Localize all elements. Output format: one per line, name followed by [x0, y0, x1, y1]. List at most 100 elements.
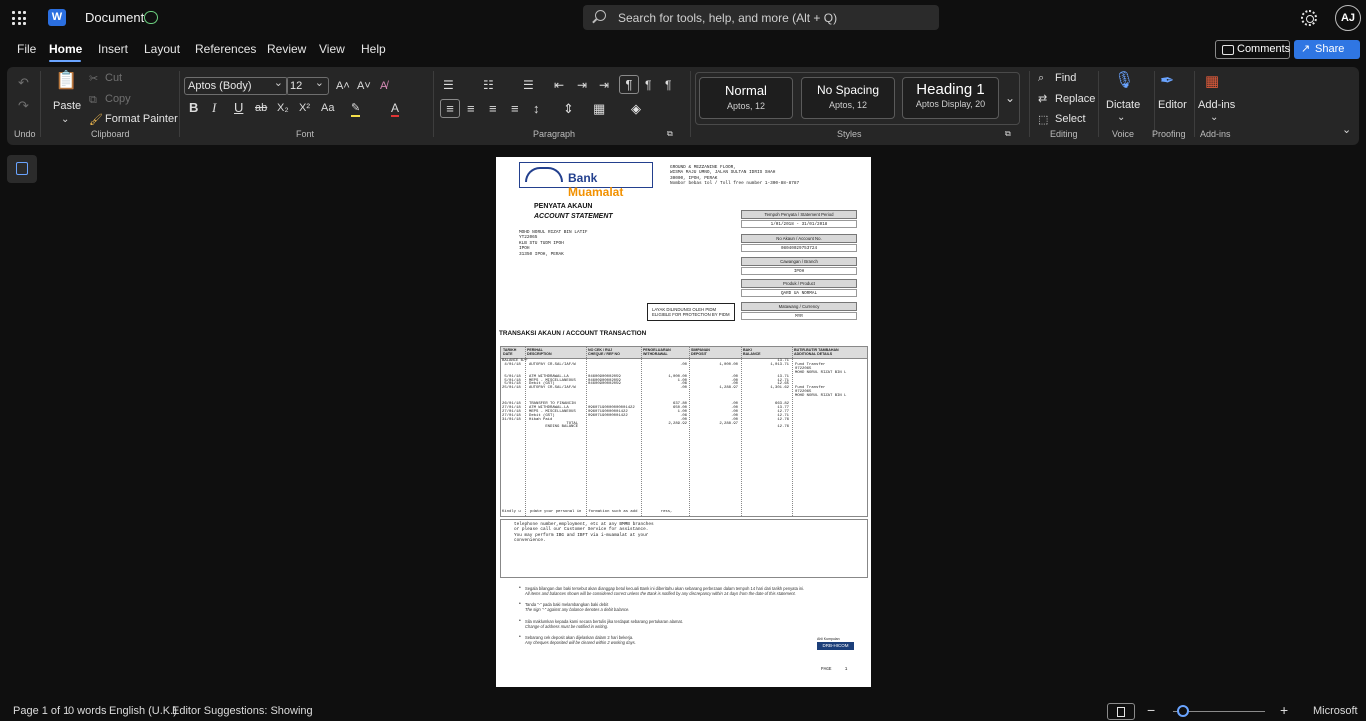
zoom-out-icon[interactable]: −: [1147, 702, 1155, 718]
statement-period-value: 1/01/2018 - 31/01/2018: [741, 220, 857, 228]
paragraph-launcher-icon[interactable]: ⧉: [667, 127, 673, 141]
tab-file[interactable]: File: [17, 42, 36, 56]
align-right-icon[interactable]: ≡: [489, 102, 497, 116]
undo-icon[interactable]: ↶: [18, 76, 29, 90]
multilevel-list-icon[interactable]: ☰: [523, 78, 534, 92]
copy-button[interactable]: Copy: [105, 93, 131, 105]
underline-icon[interactable]: U: [234, 101, 243, 115]
paste-button[interactable]: Paste: [53, 100, 81, 112]
document-title[interactable]: Document: [85, 10, 144, 25]
strikethrough-icon[interactable]: ab: [255, 101, 267, 115]
styles-launcher-icon[interactable]: ⧉: [1005, 127, 1011, 141]
ltr-icon[interactable]: ⇥: [599, 78, 609, 92]
bank-logo-icon: [525, 167, 563, 182]
navigation-pane-button[interactable]: [7, 155, 37, 183]
pilcrow-icon[interactable]: ¶: [665, 78, 671, 92]
editor-icon[interactable]: ✒: [1160, 72, 1174, 89]
tab-references[interactable]: References: [195, 42, 256, 56]
tx-deposits: 1,000.00 .00 .00 .00 1,288.97 .00 .00 .0…: [719, 362, 738, 426]
increase-indent-icon[interactable]: ⇥: [577, 78, 587, 92]
change-case-icon[interactable]: Aa: [321, 101, 334, 115]
borders-icon[interactable]: ▦: [593, 102, 605, 116]
highlight-icon[interactable]: ✎: [351, 101, 361, 117]
tab-view[interactable]: View: [319, 42, 345, 56]
add-ins-icon[interactable]: ▦: [1205, 74, 1219, 89]
cut-button[interactable]: Cut: [105, 72, 122, 84]
style-normal-sub: Aptos, 12: [726, 101, 766, 111]
paste-icon[interactable]: 📋: [55, 71, 77, 89]
numbering-icon[interactable]: ☷: [483, 78, 494, 92]
replace-button[interactable]: Replace: [1055, 93, 1095, 105]
header-date: TARIKH DATE: [503, 348, 517, 356]
font-name-dropdown[interactable]: Aptos (Body): [184, 75, 288, 95]
style-normal[interactable]: Normal Aptos, 12: [699, 77, 793, 119]
font-size-dropdown[interactable]: 12: [286, 75, 329, 95]
tab-home[interactable]: Home: [49, 42, 82, 56]
format-painter-button[interactable]: Format Painter: [105, 113, 178, 125]
voice-group-label: Voice: [1112, 129, 1135, 139]
editing-group-label: Editing: [1050, 129, 1078, 139]
line-spacing-icon[interactable]: ↕: [533, 102, 540, 116]
zoom-in-icon[interactable]: +: [1280, 702, 1288, 718]
chevron-down-icon[interactable]: ⌄: [1117, 111, 1125, 125]
decrease-indent-icon[interactable]: ⇤: [554, 78, 564, 92]
font-color-icon[interactable]: A: [391, 101, 400, 117]
save-status-icon[interactable]: [144, 11, 158, 24]
bullets-icon[interactable]: ☰: [443, 78, 454, 92]
column-divider: [689, 347, 690, 516]
rtl-icon[interactable]: ¶: [645, 78, 651, 92]
align-center-icon[interactable]: ≡: [467, 102, 475, 116]
select-button[interactable]: Select: [1055, 113, 1086, 125]
menu-bar: File Home Insert Layout References Revie…: [0, 36, 1366, 64]
avatar[interactable]: AJ: [1335, 5, 1361, 31]
grow-font-icon[interactable]: A˄: [336, 79, 350, 93]
clear-formatting-icon[interactable]: A̸: [380, 79, 387, 93]
redo-icon[interactable]: ↷: [18, 99, 29, 113]
editor-button[interactable]: Editor: [1158, 99, 1187, 111]
chevron-down-icon[interactable]: ⌄: [1210, 111, 1218, 125]
editor-suggestions[interactable]: Editor Suggestions: Showing: [172, 705, 313, 717]
tab-review[interactable]: Review: [267, 42, 306, 56]
document-page[interactable]: Bank Muamalat GROUND & MEZZANINE FLOOR, …: [496, 157, 871, 687]
zoom-slider-thumb[interactable]: [1177, 705, 1189, 717]
italic-icon[interactable]: I: [212, 101, 216, 115]
paragraph-spacing-icon[interactable]: ⇕: [563, 102, 574, 116]
tx-descriptions: AUTOPAY CR-SAL/IAF/W ATM WITHDRAWAL-LA M…: [529, 362, 579, 430]
tab-layout[interactable]: Layout: [144, 42, 180, 56]
dictate-button[interactable]: Dictate: [1106, 99, 1140, 111]
search-box[interactable]: Search for tools, help, and more (Alt + …: [583, 5, 939, 30]
language-indicator[interactable]: English (U.K.): [109, 705, 177, 717]
comments-button[interactable]: Comments: [1215, 40, 1290, 59]
bold-icon[interactable]: B: [189, 101, 198, 115]
shading-icon[interactable]: ◈: [631, 102, 641, 116]
ribbon-collapse-icon[interactable]: ⌄: [1342, 123, 1351, 137]
chevron-down-icon[interactable]: ⌄: [1005, 91, 1015, 105]
page-count[interactable]: Page 1 of 1: [13, 705, 69, 717]
style-no-spacing[interactable]: No Spacing Aptos, 12: [801, 77, 895, 119]
tx-refs: 04600900002059 04600900002059 0460090000…: [588, 374, 635, 418]
title-bar: W Document Search for tools, help, and m…: [0, 0, 1366, 36]
find-button[interactable]: Find: [1055, 72, 1076, 84]
tab-help[interactable]: Help: [361, 42, 386, 56]
tab-insert[interactable]: Insert: [98, 42, 128, 56]
justify-icon[interactable]: ≡: [511, 102, 519, 116]
add-ins-button[interactable]: Add-ins: [1198, 99, 1235, 111]
microphone-icon[interactable]: 🎙: [1114, 73, 1134, 89]
app-launcher-icon[interactable]: [12, 11, 26, 25]
settings-icon[interactable]: [1301, 10, 1317, 26]
print-layout-button[interactable]: [1107, 703, 1135, 720]
replace-icon: ⇄: [1038, 93, 1048, 105]
divider: [40, 71, 41, 137]
style-heading-1[interactable]: Heading 1 Aptos Display, 20: [902, 77, 999, 119]
share-button[interactable]: Share: [1294, 40, 1360, 59]
subscript-icon[interactable]: X₂: [277, 101, 289, 115]
shrink-font-icon[interactable]: A˅: [357, 79, 371, 93]
bullet-en: The sign "-" against any balance denotes…: [525, 607, 630, 612]
align-left-icon[interactable]: ≡: [440, 99, 460, 118]
word-count[interactable]: 0 words: [68, 705, 107, 717]
search-icon: [595, 10, 606, 21]
show-marks-toggle-icon[interactable]: ¶: [619, 75, 639, 94]
chevron-down-icon[interactable]: ⌄: [61, 113, 69, 127]
tx-withdrawals: .00 1,000.00 1.00 .06 .00 637.80 650.00 …: [668, 362, 687, 426]
superscript-icon[interactable]: X²: [299, 101, 310, 115]
